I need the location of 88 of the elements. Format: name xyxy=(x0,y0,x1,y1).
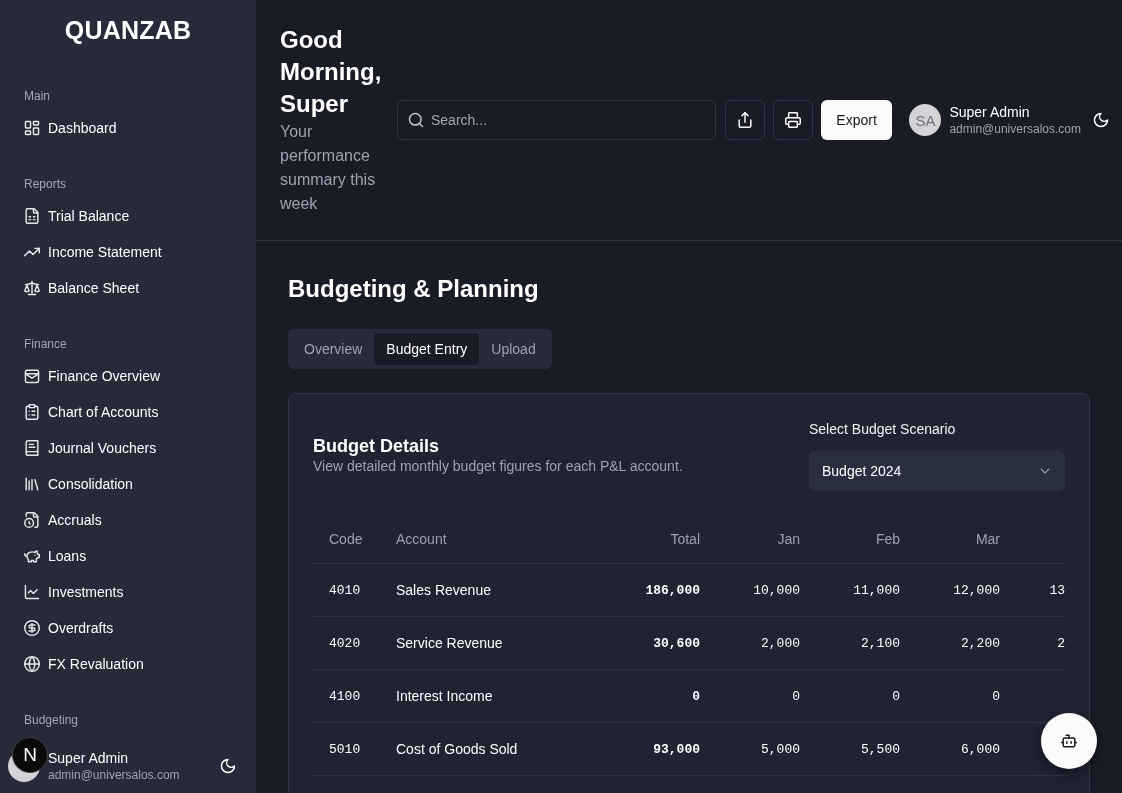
books-icon xyxy=(24,476,40,492)
printer-icon xyxy=(784,112,801,128)
grid-icon xyxy=(24,120,40,136)
print-button[interactable] xyxy=(772,100,813,140)
table-cell: 0 xyxy=(916,669,1016,723)
column-header: Account xyxy=(380,515,616,564)
moon-icon[interactable] xyxy=(1093,112,1109,128)
table-cell: Sales Revenue xyxy=(380,563,616,617)
globe-icon xyxy=(24,656,40,672)
section-title: Reports xyxy=(24,176,67,193)
search-icon xyxy=(408,112,424,128)
table-cell: Cost of Goods Sold xyxy=(380,722,616,776)
tab[interactable]: Overview xyxy=(292,333,375,365)
table-cell: 2,000 xyxy=(716,616,816,670)
sidebar-item[interactable]: Trial Balance xyxy=(24,204,130,228)
moon-icon[interactable] xyxy=(220,758,236,774)
table-cell: Service Revenue xyxy=(380,616,616,670)
sidebar-item[interactable]: Consolidation xyxy=(24,472,133,496)
search-field[interactable]: Search... xyxy=(397,100,716,140)
sidebar-item[interactable]: FX Revaluation xyxy=(24,652,144,676)
card-title: Budget Details xyxy=(313,435,440,457)
table-cell: 4020 xyxy=(313,616,380,670)
upload-button[interactable] xyxy=(725,100,765,140)
scenario-select[interactable]: Budget 2024 xyxy=(809,451,1065,491)
logo: QUANZAB xyxy=(64,15,192,46)
sidebar-item[interactable]: Accruals xyxy=(24,508,102,532)
clipboard-icon xyxy=(24,404,40,420)
table-cell: Interest Income xyxy=(380,669,616,723)
sidebar-item[interactable]: Balance Sheet xyxy=(24,276,140,300)
column-header: Mar xyxy=(916,515,1016,564)
section-title: Budgeting xyxy=(24,712,79,729)
column-header: Feb xyxy=(816,515,916,564)
sidebar-item[interactable]: Investments xyxy=(24,580,124,604)
book-icon xyxy=(24,440,40,456)
table-cell: 2,100 xyxy=(816,616,916,670)
tab[interactable]: Upload xyxy=(479,333,548,365)
export-button[interactable]: Export xyxy=(820,100,893,140)
table-cell: 30,600 xyxy=(616,616,716,670)
section-title: Main xyxy=(24,88,50,105)
sidebar-item[interactable]: Overdrafts xyxy=(24,616,114,640)
sidebar-item[interactable]: Chart of Accounts xyxy=(24,400,159,424)
table-cell: 11,000 xyxy=(816,563,916,617)
column-header: Total xyxy=(616,515,716,564)
page-title: Budgeting & Planning xyxy=(288,274,539,304)
table-cell: 5,500 xyxy=(816,722,916,776)
sidebar-item[interactable]: Income Statement xyxy=(24,240,162,264)
table-cell: 4010 xyxy=(313,563,380,617)
envelope-icon xyxy=(24,368,40,384)
tab[interactable]: Budget Entry xyxy=(374,333,480,365)
sidebar-item[interactable]: Finance Overview xyxy=(24,364,161,388)
line-chart-icon xyxy=(24,584,40,600)
sidebar-item[interactable]: Journal Vouchers xyxy=(24,436,157,460)
piggy-bank-icon xyxy=(24,548,40,564)
spreadsheet-icon xyxy=(24,208,40,224)
table-cell: 93,000 xyxy=(616,722,716,776)
table-cell: 2,200 xyxy=(916,616,1016,670)
sidebar-item[interactable]: Loans xyxy=(24,544,87,568)
table-cell: 5010 xyxy=(313,722,380,776)
sidebar-item[interactable]: Dashboard xyxy=(24,116,117,140)
greeting-title: Good Morning, Super xyxy=(280,25,383,119)
table-cell: 0 xyxy=(616,669,716,723)
dollar-circle-icon xyxy=(24,620,40,636)
scale-icon xyxy=(24,280,40,296)
robot-icon xyxy=(1061,733,1077,749)
table-cell: 12,000 xyxy=(916,563,1016,617)
table-cell: 6,000 xyxy=(916,722,1016,776)
column-header: Code xyxy=(313,515,380,564)
dev-indicator-button[interactable]: N xyxy=(12,737,48,773)
table-cell: 2 xyxy=(1016,616,1065,670)
upload-icon xyxy=(736,112,753,128)
table-cell: 10,000 xyxy=(716,563,816,617)
table-cell: 5,000 xyxy=(716,722,816,776)
user-email: admin@universalos.com xyxy=(949,121,1081,137)
table-cell: 13 xyxy=(1016,563,1065,617)
user-name: Super Admin xyxy=(949,103,1030,121)
table-cell: 0 xyxy=(716,669,816,723)
greeting-subtitle: Your performance summary this week xyxy=(280,122,377,214)
table-cell: 4100 xyxy=(313,669,380,723)
file-clock-icon xyxy=(24,512,40,528)
table-cell: 0 xyxy=(816,669,916,723)
table-cell: 186,000 xyxy=(616,563,716,617)
column-header: Jan xyxy=(716,515,816,564)
user-email: admin@universalos.com xyxy=(48,767,180,783)
user-avatar: SA xyxy=(909,104,942,136)
scenario-label: Select Budget Scenario xyxy=(809,420,956,439)
section-title: Finance xyxy=(24,336,67,353)
card-description: View detailed monthly budget figures for each P&L account. xyxy=(313,457,683,475)
user-name: Super Admin xyxy=(48,749,129,767)
